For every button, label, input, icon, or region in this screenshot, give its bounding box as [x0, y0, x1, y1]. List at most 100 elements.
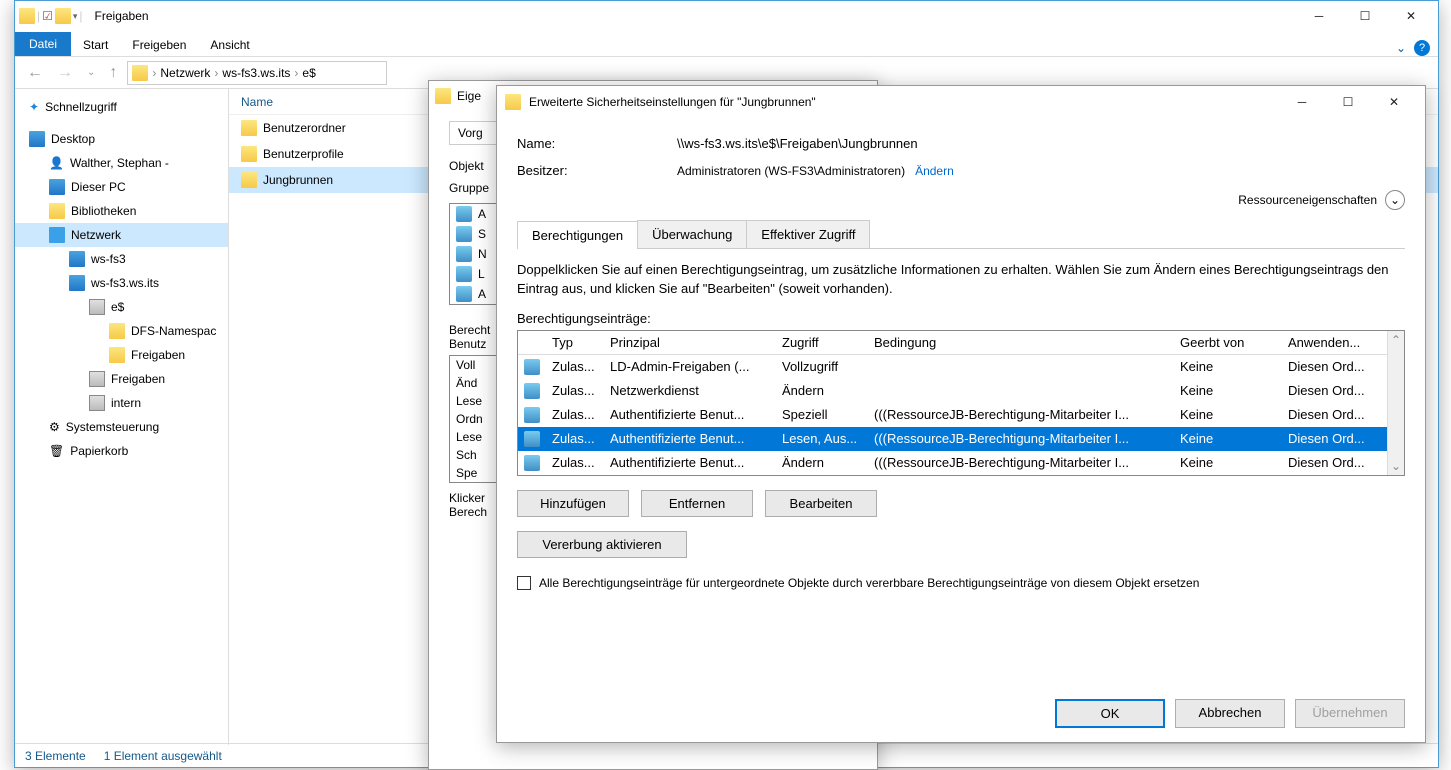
tree-label: Walther, Stephan -: [70, 156, 169, 170]
navigation-tree[interactable]: ✦Schnellzugriff Desktop 👤Walther, Stepha…: [15, 89, 229, 745]
replace-checkbox-row[interactable]: Alle Berechtigungseinträge für untergeor…: [517, 576, 1405, 590]
resource-label: Ressourceneigenschaften: [1238, 193, 1377, 207]
checkbox[interactable]: [517, 576, 531, 590]
item-name: Benutzerordner: [263, 121, 346, 135]
scrollbar[interactable]: ⌃⌄: [1387, 331, 1404, 475]
tree-folder[interactable]: Freigaben: [15, 343, 228, 367]
up-button[interactable]: ↑: [105, 64, 121, 82]
file-tab[interactable]: Datei: [15, 32, 71, 56]
cell-access: Ändern: [776, 383, 868, 398]
ok-button[interactable]: OK: [1055, 699, 1165, 728]
tree-libraries[interactable]: Bibliotheken: [15, 199, 228, 223]
tab-auditing[interactable]: Überwachung: [637, 220, 747, 248]
advanced-security-dialog: Erweiterte Sicherheitseinstellungen für …: [496, 85, 1426, 743]
checkmark-icon[interactable]: ☑: [42, 9, 53, 23]
table-row[interactable]: Zulas...Authentifizierte Benut...Ändern(…: [518, 451, 1387, 475]
close-button[interactable]: ✕: [1388, 1, 1434, 31]
tree-user[interactable]: 👤Walther, Stephan -: [15, 151, 228, 175]
tab-view[interactable]: Ansicht: [198, 34, 261, 56]
table-row[interactable]: Zulas...LD-Admin-Freigaben (...Vollzugri…: [518, 355, 1387, 379]
tree-control-panel[interactable]: ⚙Systemsteuerung: [15, 415, 228, 439]
breadcrumb-item[interactable]: e$: [302, 66, 315, 80]
cell-type: Zulas...: [546, 359, 604, 374]
recent-dropdown[interactable]: ⌄: [83, 67, 99, 78]
tree-host[interactable]: ws-fs3.ws.its: [15, 271, 228, 295]
close-button[interactable]: ✕: [1371, 87, 1417, 117]
col-principal[interactable]: Prinzipal: [604, 335, 776, 350]
tab-permissions[interactable]: Berechtigungen: [517, 221, 638, 249]
scroll-down-icon[interactable]: ⌄: [1391, 459, 1401, 473]
group-icon: [456, 286, 472, 302]
breadcrumb-item[interactable]: Netzwerk: [160, 66, 210, 80]
expand-ribbon-icon[interactable]: ⌄: [1396, 41, 1406, 55]
tree-label: Netzwerk: [71, 228, 121, 242]
tree-label: intern: [111, 396, 141, 410]
table-row[interactable]: Zulas...Authentifizierte Benut...Speziel…: [518, 403, 1387, 427]
folder-icon: [241, 146, 257, 162]
chevron-right-icon: ›: [214, 66, 218, 80]
cell-access: Ändern: [776, 455, 868, 470]
drive-icon: [89, 395, 105, 411]
tree-folder[interactable]: intern: [15, 391, 228, 415]
tree-folder[interactable]: DFS-Namespac: [15, 319, 228, 343]
name-row: Name: \\ws-fs3.ws.its\e$\Freigaben\Jungb…: [517, 130, 1405, 157]
table-body: Zulas...LD-Admin-Freigaben (...Vollzugri…: [518, 355, 1387, 475]
resource-properties[interactable]: Ressourceneigenschaften ⌄: [517, 190, 1405, 210]
hint-text: Doppelklicken Sie auf einen Berechtigung…: [517, 261, 1405, 299]
tab-start[interactable]: Start: [71, 34, 120, 56]
chevron-right-icon: ›: [294, 66, 298, 80]
ribbon: Datei Start Freigeben Ansicht ⌄ ?: [15, 31, 1438, 57]
group-icon: [456, 226, 472, 242]
cancel-button[interactable]: Abbrechen: [1175, 699, 1285, 728]
col-type[interactable]: Typ: [546, 335, 604, 350]
tab-share[interactable]: Freigeben: [120, 34, 198, 56]
dropdown-icon[interactable]: ▾: [73, 11, 78, 22]
remove-button[interactable]: Entfernen: [641, 490, 753, 517]
add-button[interactable]: Hinzufügen: [517, 490, 629, 517]
apply-button[interactable]: Übernehmen: [1295, 699, 1405, 728]
col-inherited[interactable]: Geerbt von: [1174, 335, 1282, 350]
address-bar[interactable]: › Netzwerk › ws-fs3.ws.its › e$: [127, 61, 387, 85]
tree-label: DFS-Namespac: [131, 324, 216, 338]
tree-label: Dieser PC: [71, 180, 126, 194]
folder-icon: [55, 8, 71, 24]
folder-icon: [19, 8, 35, 24]
col-apply[interactable]: Anwenden...: [1282, 335, 1378, 350]
tree-folder[interactable]: Freigaben: [15, 367, 228, 391]
owner-value: Administratoren (WS-FS3\Administratoren)…: [677, 163, 954, 178]
maximize-button[interactable]: ☐: [1325, 87, 1371, 117]
maximize-button[interactable]: ☐: [1342, 1, 1388, 31]
tree-network[interactable]: Netzwerk: [15, 223, 228, 247]
table-row[interactable]: Zulas...Authentifizierte Benut...Lesen, …: [518, 427, 1387, 451]
tree-this-pc[interactable]: Dieser PC: [15, 175, 228, 199]
tree-recycle-bin[interactable]: 🗑Papierkorb: [15, 439, 228, 463]
scroll-up-icon[interactable]: ⌃: [1391, 333, 1401, 347]
dialog-title: Erweiterte Sicherheitseinstellungen für …: [529, 95, 816, 109]
enable-inheritance-button[interactable]: Vererbung aktivieren: [517, 531, 687, 558]
advanced-titlebar: Erweiterte Sicherheitseinstellungen für …: [497, 86, 1425, 118]
divider: |: [37, 9, 40, 23]
col-condition[interactable]: Bedingung: [868, 335, 1174, 350]
minimize-button[interactable]: ─: [1279, 87, 1325, 117]
breadcrumb-item[interactable]: ws-fs3.ws.its: [222, 66, 290, 80]
item-name: Jungbrunnen: [263, 173, 333, 187]
window-controls: ─ ☐ ✕: [1296, 1, 1434, 31]
quick-access-toolbar: | ☑ ▾ |: [19, 8, 83, 24]
cell-principal: Authentifizierte Benut...: [604, 431, 776, 446]
tree-host[interactable]: ws-fs3: [15, 247, 228, 271]
forward-button[interactable]: →: [53, 64, 77, 82]
change-owner-link[interactable]: Ändern: [915, 164, 954, 178]
tree-share[interactable]: e$: [15, 295, 228, 319]
minimize-button[interactable]: ─: [1296, 1, 1342, 31]
table-row[interactable]: Zulas...NetzwerkdienstÄndernKeineDiesen …: [518, 379, 1387, 403]
tree-quick-access[interactable]: ✦Schnellzugriff: [15, 95, 228, 119]
owner-label: Besitzer:: [517, 163, 677, 178]
cell-type: Zulas...: [546, 383, 604, 398]
chevron-down-icon[interactable]: ⌄: [1385, 190, 1405, 210]
tree-desktop[interactable]: Desktop: [15, 127, 228, 151]
help-icon[interactable]: ?: [1414, 40, 1430, 56]
tab-effective-access[interactable]: Effektiver Zugriff: [746, 220, 870, 248]
edit-button[interactable]: Bearbeiten: [765, 490, 877, 517]
col-access[interactable]: Zugriff: [776, 335, 868, 350]
back-button[interactable]: ←: [23, 64, 47, 82]
